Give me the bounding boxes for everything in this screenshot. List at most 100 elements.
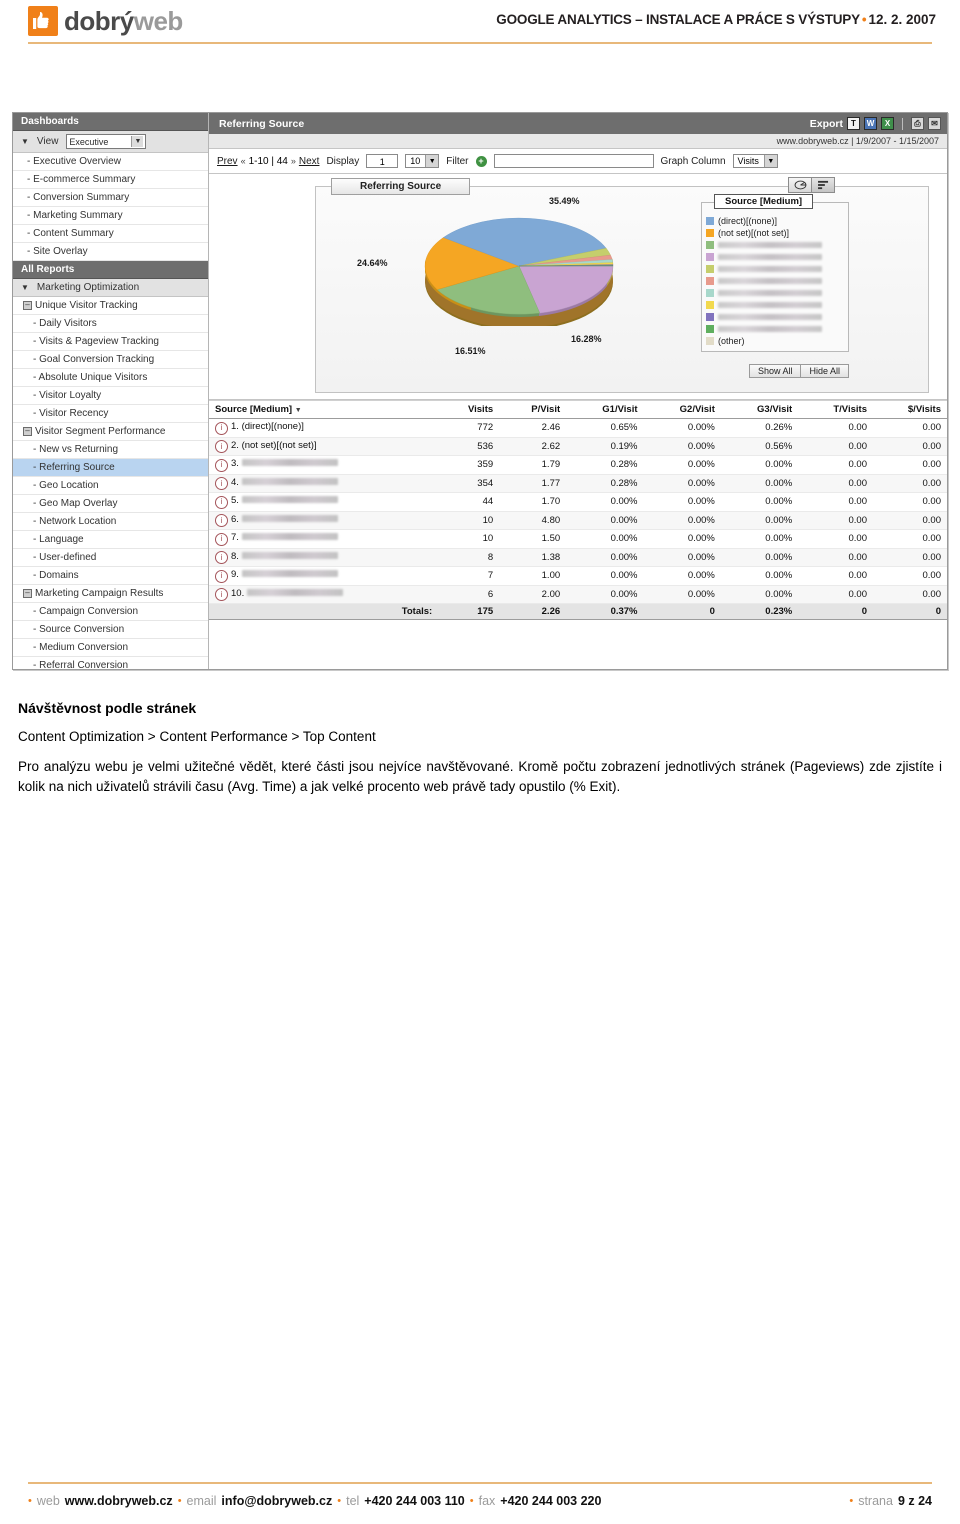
sidebar-item-campaign-conversion[interactable]: - Campaign Conversion [13,603,208,621]
table-row[interactable]: i 2. (not set)[(not set)] 536 2.62 0.19% … [209,437,947,456]
sidebar-view-row[interactable]: ▼ View Executive ▼ [13,131,208,153]
sidebar-item-geo-map-overlay[interactable]: - Geo Map Overlay [13,495,208,513]
export-word-icon[interactable]: W [864,117,877,130]
table-row[interactable]: i 10. 6 2.00 0.00% 0.00% 0.00% 0.00 0.00 [209,585,947,604]
row-source-redacted [241,533,338,540]
printer-icon[interactable]: ⎙ [911,117,924,130]
legend-item[interactable] [706,263,844,275]
table-row[interactable]: i 4. 354 1.77 0.28% 0.00% 0.00% 0.00 0.00 [209,474,947,493]
col-g1visit[interactable]: G1/Visit [566,400,644,419]
table-row[interactable]: i 9. 7 1.00 0.00% 0.00% 0.00% 0.00 0.00 [209,566,947,586]
display-count-select[interactable]: 10 ▼ [405,154,440,168]
table-row[interactable]: i 6. 10 4.80 0.00% 0.00% 0.00% 0.00 0.00 [209,511,947,530]
sidebar-group-visitor-segment-performance[interactable]: – Visitor Segment Performance [13,423,208,441]
col-source[interactable]: Source [Medium] ▼ [209,400,439,419]
table-row[interactable]: i 5. 44 1.70 0.00% 0.00% 0.00% 0.00 0.00 [209,492,947,512]
sort-desc-icon[interactable]: ▼ [295,407,302,414]
totals-pvisit: 2.26 [499,603,567,620]
sidebar-item-referral-conversion[interactable]: - Referral Conversion [13,657,208,669]
table-row[interactable]: i 3. 359 1.79 0.28% 0.00% 0.00% 0.00 0.00 [209,455,947,475]
cell-g2visit: 0.00% [643,437,721,456]
table-row[interactable]: i 1. (direct)[(none)] 772 2.46 0.65% 0.00… [209,418,947,438]
sidebar-item-ecommerce-summary[interactable]: - E-commerce Summary [13,171,208,189]
info-icon[interactable]: i [215,421,228,435]
sidebar-item-medium-conversion[interactable]: - Medium Conversion [13,639,208,657]
sidebar-item-conversion-summary[interactable]: - Conversion Summary [13,189,208,207]
sidebar-item-executive-overview[interactable]: - Executive Overview [13,153,208,171]
sidebar-item-site-overlay[interactable]: - Site Overlay [13,243,208,261]
export-excel-icon[interactable]: X [881,117,894,130]
chart-type-toggles[interactable] [788,177,835,193]
legend-item[interactable]: (direct)[(none)] [706,215,844,227]
cell-g3visit: 0.00% [720,529,799,549]
col-pvisit[interactable]: P/Visit [499,400,567,419]
info-icon[interactable]: i [215,477,228,490]
display-start-input[interactable]: 1 [366,154,399,168]
sidebar-item-marketing-summary[interactable]: - Marketing Summary [13,207,208,225]
sidebar-item-network-location[interactable]: - Network Location [13,513,208,531]
pie-chart-icon[interactable] [789,178,812,192]
footer-web-value[interactable]: www.dobryweb.cz [65,1494,173,1508]
graph-column-select[interactable]: Visits ▼ [732,154,778,168]
info-icon[interactable]: i [215,458,228,472]
sidebar-item-content-summary[interactable]: - Content Summary [13,225,208,243]
legend-item[interactable]: (not set)[(not set)] [706,227,844,239]
info-icon[interactable]: i [215,532,228,546]
bullet-icon: • [469,1495,474,1507]
filter-input[interactable] [493,154,654,168]
info-icon[interactable]: i [215,551,228,564]
prev-link[interactable]: Prev [217,156,238,167]
double-left-icon[interactable]: « [241,156,246,166]
bar-chart-icon[interactable] [812,178,834,192]
pie-value-label: 35.49% [549,196,580,206]
info-icon[interactable]: i [215,440,228,453]
info-icon[interactable]: i [215,588,228,601]
sidebar-group-unique-visitor-tracking[interactable]: – Unique Visitor Tracking [13,297,208,315]
hide-all-button[interactable]: Hide All [801,364,849,378]
col-g3visit[interactable]: G3/Visit [720,400,799,419]
view-select[interactable]: Executive ▼ [66,134,147,149]
col-g2visit[interactable]: G2/Visit [643,400,721,419]
legend-item[interactable] [706,299,844,311]
email-icon[interactable]: ✉ [928,117,941,130]
sidebar-group-marketing-campaign-results[interactable]: – Marketing Campaign Results [13,585,208,603]
legend-item[interactable] [706,311,844,323]
sidebar-item-geo-location[interactable]: - Geo Location [13,477,208,495]
sidebar-item-language[interactable]: - Language [13,531,208,549]
info-icon[interactable]: i [215,569,228,583]
sidebar-item-new-vs-returning[interactable]: - New vs Returning [13,441,208,459]
sidebar-item-visits-pageview-tracking[interactable]: - Visits & Pageview Tracking [13,333,208,351]
sidebar-item-domains[interactable]: - Domains [13,567,208,585]
sidebar-item-referring-source[interactable]: - Referring Source [13,459,208,477]
col-visits[interactable]: Visits [438,400,500,419]
info-icon[interactable]: i [215,495,228,509]
legend-item[interactable] [706,287,844,299]
sidebar-item-absolute-unique-visitors[interactable]: - Absolute Unique Visitors [13,369,208,387]
cell-source: i 4. [209,474,439,493]
double-right-icon[interactable]: » [291,156,296,166]
show-all-button[interactable]: Show All [748,364,802,378]
legend-item[interactable] [706,239,844,251]
sidebar-item-visitor-loyalty[interactable]: - Visitor Loyalty [13,387,208,405]
export-text-icon[interactable]: T [847,117,860,130]
legend-item[interactable] [706,323,844,335]
sidebar-item-user-defined[interactable]: - User-defined [13,549,208,567]
sidebar-item-visitor-recency[interactable]: - Visitor Recency [13,405,208,423]
table-row[interactable]: i 8. 8 1.38 0.00% 0.00% 0.00% 0.00 0.00 [209,548,947,567]
footer-email-value[interactable]: info@dobryweb.cz [221,1494,332,1508]
info-icon[interactable]: i [215,514,228,527]
col-tvisits[interactable]: T/Visits [798,400,873,419]
col-dvisits[interactable]: $/Visits [872,400,947,419]
sidebar-item-source-conversion[interactable]: - Source Conversion [13,621,208,639]
legend-item[interactable]: (other) [706,335,844,347]
row-source-redacted [241,496,338,503]
legend-item[interactable] [706,275,844,287]
table-row[interactable]: i 7. 10 1.50 0.00% 0.00% 0.00% 0.00 0.00 [209,529,947,549]
next-link[interactable]: Next [299,156,320,167]
legend-item[interactable] [706,251,844,263]
sidebar-marketing-optimization[interactable]: ▼ Marketing Optimization [13,279,208,297]
sidebar-item-daily-visitors[interactable]: - Daily Visitors [13,315,208,333]
add-filter-icon[interactable]: + [475,155,487,167]
sidebar-item-goal-conversion-tracking[interactable]: - Goal Conversion Tracking [13,351,208,369]
graph-column-label: Graph Column [660,155,726,167]
